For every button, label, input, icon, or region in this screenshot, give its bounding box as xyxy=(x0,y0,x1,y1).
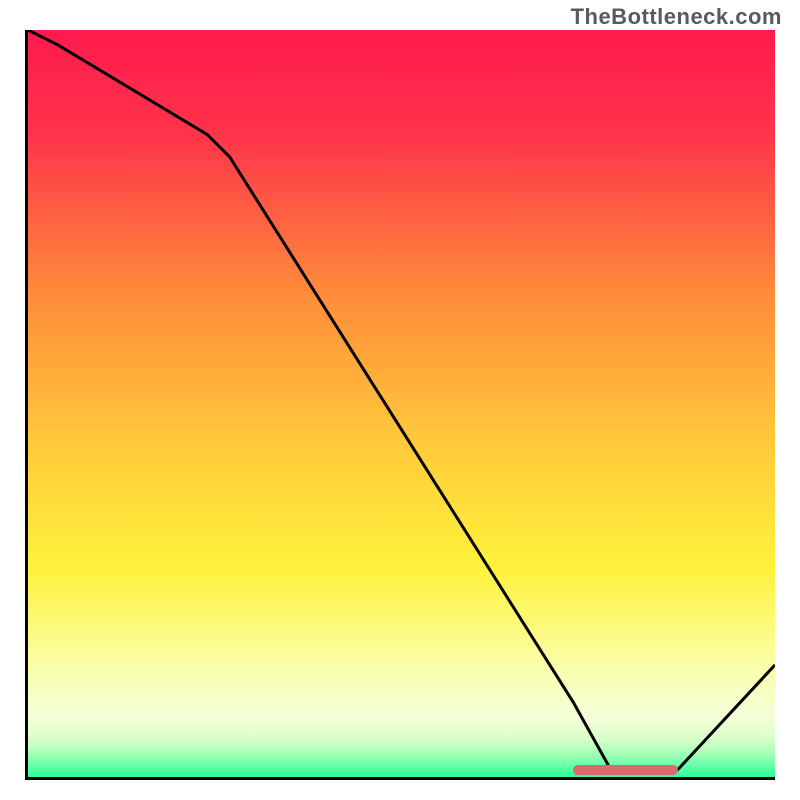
chart-highlight-marker xyxy=(573,765,678,775)
chart-plot-area xyxy=(28,30,775,777)
chart-line xyxy=(28,30,775,777)
chart-axes xyxy=(25,30,775,780)
watermark-text: TheBottleneck.com xyxy=(571,4,782,30)
